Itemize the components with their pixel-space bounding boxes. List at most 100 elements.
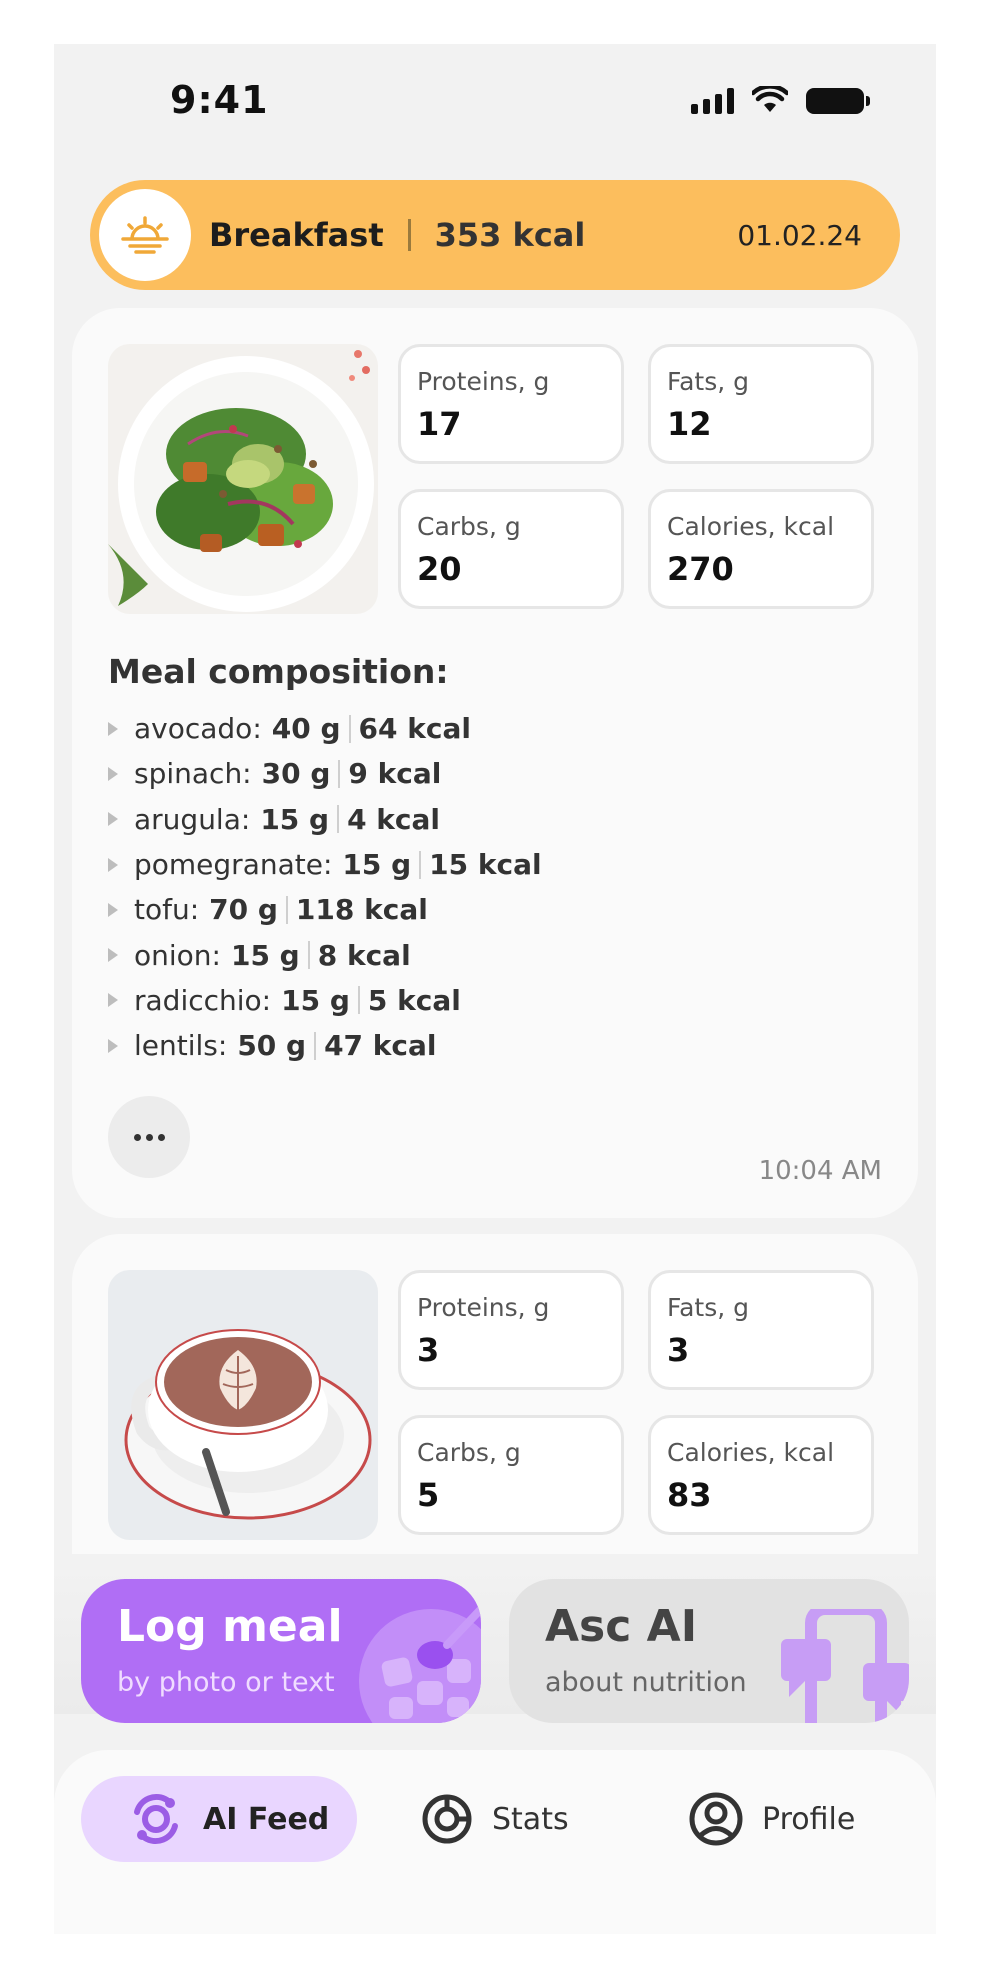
divider — [348, 714, 351, 743]
log-meal-title: Log meal — [117, 1601, 343, 1652]
meal-name: Breakfast — [209, 216, 384, 254]
ingredient-grams: 50 g — [237, 1029, 307, 1063]
meal-card: Proteins, g 3 Fats, g 3 Carbs, g 5 Calor… — [72, 1234, 918, 1554]
divider — [314, 1031, 317, 1060]
proteins-box: Proteins, g 3 — [398, 1270, 624, 1390]
meal-time: 10:04 AM — [758, 1156, 882, 1186]
ask-ai-button[interactable]: Asc AI about nutrition — [509, 1579, 909, 1723]
ingredient-name: arugula: — [134, 802, 251, 836]
list-item: onion: 15 g 8 kcal — [108, 932, 542, 977]
list-item: tofu: 70 g 118 kcal — [108, 887, 542, 932]
ingredient-name: spinach: — [134, 757, 252, 791]
proteins-value: 3 — [417, 1331, 440, 1369]
log-meal-button[interactable]: Log meal by photo or text — [81, 1579, 481, 1723]
nav-profile[interactable]: Profile — [688, 1776, 855, 1862]
bullet-icon — [108, 948, 118, 963]
nav-label: AI Feed — [203, 1801, 330, 1837]
fats-label: Fats, g — [667, 367, 749, 396]
meal-header[interactable]: Breakfast 353 kcal 01.02.24 — [90, 180, 900, 290]
divider — [285, 895, 288, 924]
cellular-signal-icon — [691, 88, 734, 114]
calories-label: Calories, kcal — [667, 512, 835, 541]
divider — [338, 759, 341, 788]
ai-feed-icon — [134, 1793, 178, 1845]
divider — [337, 805, 340, 834]
bullet-icon — [108, 721, 118, 736]
bullet-icon — [108, 857, 118, 872]
ingredient-grams: 15 g — [281, 983, 350, 1017]
ingredient-name: onion: — [134, 938, 221, 972]
salad-photo[interactable] — [108, 344, 378, 614]
status-icons — [691, 86, 870, 114]
bullet-icon — [108, 1038, 118, 1053]
carbs-label: Carbs, g — [417, 512, 521, 541]
fats-value: 3 — [667, 1331, 690, 1369]
list-item: arugula: 15 g 4 kcal — [108, 797, 542, 842]
nav-label: Stats — [492, 1801, 569, 1837]
list-item: spinach: 30 g 9 kcal — [108, 751, 542, 796]
dot-icon — [133, 1133, 141, 1141]
divider — [419, 850, 422, 879]
proteins-label: Proteins, g — [417, 1293, 550, 1322]
divider — [407, 219, 411, 251]
composition-list: avocado: 40 g 64 kcal spinach: 30 g 9 kcal a… — [108, 706, 542, 1068]
nav-label: Profile — [762, 1801, 856, 1837]
ingredient-grams: 40 g — [271, 712, 341, 746]
bullet-icon — [108, 993, 118, 1008]
fats-value: 12 — [667, 405, 712, 443]
proteins-label: Proteins, g — [417, 367, 550, 396]
phone-chat-icon — [781, 1609, 909, 1723]
calories-box: Calories, kcal 270 — [648, 489, 874, 609]
meal-card: Proteins, g 17 Fats, g 12 Carbs, g 20 Ca… — [72, 308, 918, 1218]
calories-value: 83 — [667, 1476, 712, 1514]
dot-icon — [157, 1133, 165, 1141]
fats-label: Fats, g — [667, 1293, 749, 1322]
profile-icon — [689, 1792, 743, 1846]
ask-ai-title: Asc AI — [545, 1601, 698, 1652]
ingredient-name: radicchio: — [134, 983, 272, 1017]
ingredient-grams: 15 g — [342, 848, 412, 882]
list-item: lentils: 50 g 47 kcal — [108, 1023, 542, 1068]
bottom-nav: AI Feed Stats Profile — [54, 1750, 936, 1934]
bullet-icon — [108, 766, 118, 781]
nav-ai-feed[interactable]: AI Feed — [81, 1776, 357, 1862]
more-options-button[interactable] — [108, 1096, 190, 1178]
list-item: radicchio: 15 g 5 kcal — [108, 978, 542, 1023]
ingredient-grams: 15 g — [260, 802, 330, 836]
wifi-icon — [752, 86, 788, 112]
fats-box: Fats, g 12 — [648, 344, 874, 464]
divider — [357, 986, 360, 1015]
calories-label: Calories, kcal — [667, 1438, 835, 1467]
app-screen: 9:41 Breakfast 353 kcal 01.02.24 Protein… — [54, 44, 936, 1934]
ingredient-grams: 15 g — [230, 938, 300, 972]
ingredient-kcal: 8 kcal — [317, 938, 411, 972]
carbs-box: Carbs, g 5 — [398, 1415, 624, 1535]
battery-icon — [806, 88, 870, 114]
ask-ai-subtitle: about nutrition — [545, 1667, 747, 1698]
status-time: 9:41 — [170, 78, 269, 122]
meal-total-kcal: 353 kcal — [434, 216, 586, 254]
ingredient-name: avocado: — [134, 712, 262, 746]
ingredient-kcal: 15 kcal — [429, 848, 542, 882]
ingredient-kcal: 64 kcal — [358, 712, 471, 746]
ingredient-kcal: 9 kcal — [348, 757, 442, 791]
carbs-box: Carbs, g 20 — [398, 489, 624, 609]
nav-stats[interactable]: Stats — [420, 1776, 569, 1862]
carbs-label: Carbs, g — [417, 1438, 521, 1467]
ingredient-grams: 30 g — [261, 757, 331, 791]
food-bowl-icon — [359, 1605, 481, 1723]
stats-icon — [422, 1794, 472, 1844]
meal-date: 01.02.24 — [737, 218, 862, 252]
bullet-icon — [108, 812, 118, 827]
fats-box: Fats, g 3 — [648, 1270, 874, 1390]
carbs-value: 20 — [417, 550, 462, 588]
list-item: avocado: 40 g 64 kcal — [108, 706, 542, 751]
calories-value: 270 — [667, 550, 734, 588]
status-bar: 9:41 — [54, 44, 936, 154]
ingredient-kcal: 118 kcal — [295, 893, 428, 927]
log-meal-subtitle: by photo or text — [117, 1667, 335, 1698]
proteins-box: Proteins, g 17 — [398, 344, 624, 464]
divider — [307, 941, 310, 970]
cappuccino-photo[interactable] — [108, 1270, 378, 1540]
dot-icon — [145, 1133, 153, 1141]
